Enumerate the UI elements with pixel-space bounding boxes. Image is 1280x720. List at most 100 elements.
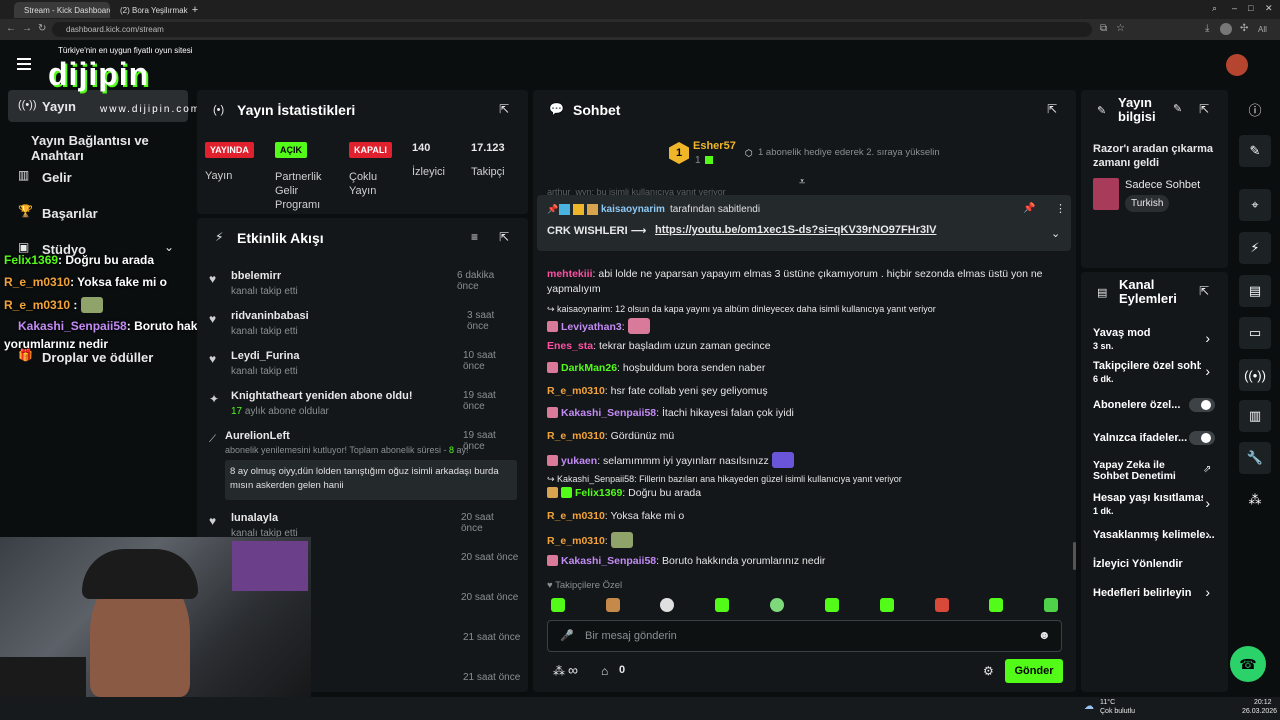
edit-pencil-icon[interactable]: ✎ — [1173, 102, 1182, 115]
subscribers-only-toggle[interactable] — [1189, 398, 1215, 412]
unpin-icon[interactable]: 📌 — [1023, 203, 1035, 214]
maximize-icon[interactable]: □ — [1248, 3, 1253, 13]
chat-user[interactable]: R_e_m0310 — [547, 385, 605, 397]
emote-icon[interactable] — [770, 598, 784, 612]
emote-icon[interactable] — [825, 598, 839, 612]
feed-sub: aylık abone oldular — [244, 406, 329, 417]
microphone-icon[interactable]: 🎤 — [560, 629, 574, 642]
overlay-chat-user: Kakashi_Senpaii58 — [18, 319, 127, 333]
chat-user[interactable]: Kakashi_Senpaii58 — [561, 407, 656, 419]
chevron-right-icon[interactable]: › — [1205, 584, 1210, 600]
followers-only-label[interactable]: Takipçilere özel sohb — [1093, 360, 1201, 372]
chat-user[interactable]: Enes_sta — [547, 340, 593, 352]
new-tab-button[interactable]: + — [188, 2, 202, 18]
chevron-down-icon[interactable]: ⌄ — [1051, 227, 1060, 240]
nav-item-droplar[interactable]: 🎁 Droplar ve ödüller — [18, 348, 188, 368]
pinned-by-user[interactable]: kaisaoynarim — [601, 204, 665, 215]
goals-label[interactable]: Hedefleri belirleyin — [1093, 587, 1191, 599]
account-age-label[interactable]: Hesap yaşı kısıtlaması — [1093, 492, 1203, 504]
emote-icon[interactable] — [880, 598, 894, 612]
chat-scrollbar[interactable] — [1073, 542, 1076, 570]
emote-icon[interactable] — [715, 598, 729, 612]
chevron-right-icon[interactable]: › — [1205, 526, 1210, 542]
message-input[interactable]: 🎤 Bir mesaj gönderin ☻ — [547, 620, 1062, 652]
category-name[interactable]: Sadece Sohbet — [1125, 179, 1200, 191]
popout-icon[interactable]: ⇱ — [499, 230, 509, 244]
support-icon[interactable]: ☎ — [1230, 646, 1266, 682]
store-icon[interactable]: ⌂ — [601, 664, 608, 678]
chat-user[interactable]: DarkMan26 — [561, 362, 617, 374]
emote-icon[interactable] — [660, 598, 674, 612]
chat-user[interactable]: R_e_m0310 — [547, 535, 605, 547]
apps-icon[interactable]: ⁂ — [1239, 484, 1271, 516]
bookmark-star-icon[interactable]: ☆ — [1116, 23, 1125, 34]
broadcast-icon[interactable]: ((•)) — [1239, 359, 1271, 391]
back-icon[interactable]: ← — [6, 23, 16, 34]
extensions-puzzle-icon[interactable]: ✣ — [1240, 23, 1248, 34]
zoom-indicator[interactable]: All — [1258, 25, 1267, 34]
chevron-right-icon[interactable]: › — [1205, 330, 1210, 346]
camera-icon[interactable]: ⌖ — [1239, 189, 1271, 221]
slow-mode-label[interactable]: Yavaş mod — [1093, 327, 1150, 339]
chevron-down-icon: ⌄ — [164, 240, 175, 254]
emote-icon[interactable] — [1044, 598, 1058, 612]
close-window-icon[interactable]: ✕ — [1265, 3, 1273, 14]
pinned-link[interactable]: https://youtu.be/om1xec1S-ds?si=qKV39rNO… — [655, 224, 937, 236]
nav-item-basarilar[interactable]: 🏆 Başarılar — [18, 204, 188, 224]
chat-user[interactable]: yukaen — [561, 455, 597, 467]
notes-icon[interactable]: ▤ — [1239, 275, 1271, 307]
popout-icon[interactable]: ⇱ — [1199, 102, 1209, 116]
info-icon[interactable]: ⓘ — [1239, 93, 1271, 125]
ai-moderation-label[interactable]: Yapay Zeka ile Sohbet Denetimi — [1093, 460, 1185, 482]
channel-points-icon[interactable]: ⁂ — [553, 664, 565, 678]
external-link-icon[interactable]: ⇗ — [1203, 464, 1211, 475]
profile-avatar-icon[interactable] — [1220, 23, 1232, 35]
popout-icon[interactable]: ⇱ — [1199, 284, 1209, 298]
lightning-icon[interactable]: ⚡ — [1239, 232, 1271, 264]
emote-icon[interactable] — [935, 598, 949, 612]
nav-item-stream-key[interactable]: Yayın Bağlantısı ve Anahtarı — [31, 133, 195, 163]
chat-user[interactable]: R_e_m0310 — [547, 430, 605, 442]
url-field[interactable]: dashboard.kick.com/stream — [52, 22, 1092, 37]
chat-user[interactable]: R_e_m0310 — [547, 510, 605, 522]
browser-tab-bora[interactable]: (2) Bora Yeşilırmak (@Bor... — [110, 2, 188, 18]
popout-icon[interactable]: ⇱ — [499, 102, 509, 116]
emoji-icon[interactable]: ☻ — [1038, 628, 1051, 642]
chevron-right-icon[interactable]: › — [1205, 363, 1210, 379]
raid-label[interactable]: İzleyici Yönlendir — [1093, 558, 1183, 570]
wrench-icon[interactable]: 🔧 — [1239, 442, 1271, 474]
more-options-icon[interactable]: ⋮ — [1055, 202, 1066, 215]
minimize-icon[interactable]: – — [1232, 3, 1237, 13]
menu-icon[interactable] — [17, 58, 31, 70]
gift-leader-user[interactable]: Esher57 — [693, 140, 736, 152]
extension-icon[interactable]: ⧉ — [1100, 23, 1107, 34]
feed-name: lunalayla — [231, 512, 279, 524]
popout-icon[interactable]: ⇱ — [1047, 102, 1057, 116]
user-avatar[interactable] — [1226, 54, 1248, 76]
reload-icon[interactable]: ↻ — [38, 23, 46, 34]
collapse-icon[interactable]: ⩡ — [799, 176, 805, 189]
chat-user[interactable]: Leviyathan3 — [561, 321, 622, 333]
emote-icon[interactable] — [551, 598, 565, 612]
layout-icon[interactable]: ▥ — [1239, 400, 1271, 432]
forward-icon[interactable]: → — [22, 23, 32, 34]
filter-icon[interactable]: ≡ — [471, 230, 478, 244]
nav-item-gelir[interactable]: ▥ Gelir — [18, 168, 188, 188]
chat-user[interactable]: Kakashi_Senpaii58 — [561, 555, 656, 567]
emote-icon[interactable] — [989, 598, 1003, 612]
stream-title: Razor'ı aradan çıkarma zamanı geldi — [1093, 143, 1214, 169]
browser-tab-kick-dashboard[interactable]: Stream - Kick Dashboard — [14, 2, 110, 18]
send-button[interactable]: Gönder — [1005, 659, 1063, 683]
banned-words-label[interactable]: Yasaklanmış kelimele... — [1093, 529, 1215, 541]
chat-user[interactable]: Felix1369 — [575, 487, 622, 499]
edit-icon[interactable]: ✎ — [1239, 135, 1271, 167]
poster — [232, 541, 308, 591]
chat-icon[interactable]: ▭ — [1239, 317, 1271, 349]
search-tabs-icon[interactable]: ⌕ — [1212, 3, 1217, 14]
emote-icon[interactable] — [606, 598, 620, 612]
chevron-right-icon[interactable]: › — [1205, 495, 1210, 511]
emotes-only-toggle[interactable] — [1189, 431, 1215, 445]
downloads-icon[interactable]: ⤓ — [1205, 23, 1209, 34]
chat-user[interactable]: mehtekiii — [547, 268, 593, 280]
settings-gear-icon[interactable]: ⚙ — [983, 664, 994, 678]
